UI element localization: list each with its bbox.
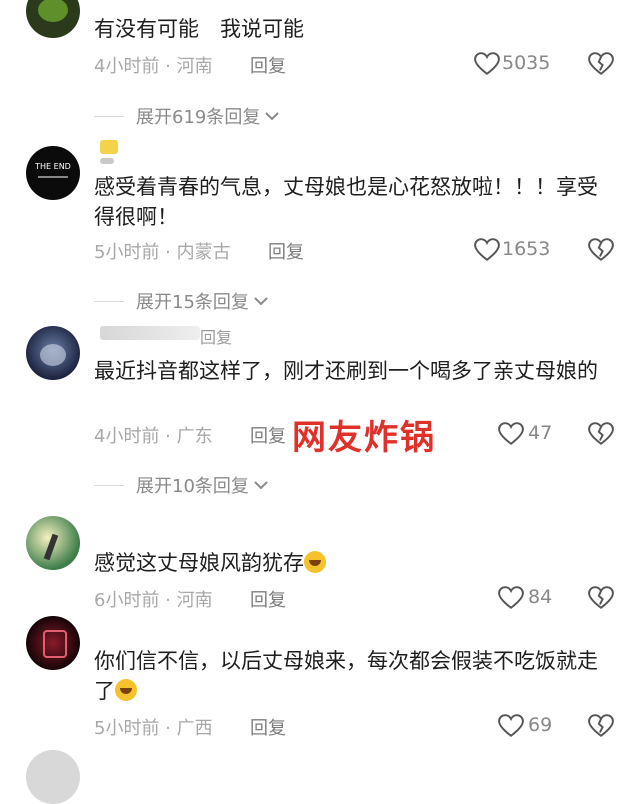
comment-text-content: 感觉这丈母娘风韵犹存 (94, 551, 304, 575)
username-blurred (100, 326, 200, 340)
reply-button[interactable]: 回复 (250, 52, 286, 78)
reply-button[interactable]: 回复 (268, 238, 304, 264)
reply-button[interactable]: 回复 (250, 714, 286, 740)
reply-button[interactable]: 回复 (250, 422, 286, 448)
comment-time-location: 5小时前 · 内蒙古 (94, 242, 231, 263)
broken-heart-icon[interactable] (588, 422, 614, 446)
expand-replies-label: 展开15条回复 (136, 292, 249, 313)
chevron-down-icon (265, 112, 280, 121)
like-count: 1653 (502, 238, 551, 260)
avatar[interactable] (26, 516, 80, 570)
broken-heart-icon[interactable] (588, 586, 614, 610)
avatar-label: THE END (35, 162, 71, 171)
avatar[interactable]: THE END (26, 146, 80, 200)
username-blurred (100, 158, 114, 164)
comment-text-content: 你们信不信，以后丈母娘来，每次都会假装不吃饭就走了 (94, 649, 598, 703)
comment-text: 有没有可能 我说可能 (94, 17, 304, 41)
expand-replies-button[interactable]: 展开10条回复 (94, 470, 269, 500)
avatar[interactable] (26, 616, 80, 670)
avatar[interactable] (26, 0, 80, 38)
divider-line (94, 300, 124, 302)
divider-line (94, 115, 124, 117)
broken-heart-icon[interactable] (588, 714, 614, 738)
heart-outline-icon[interactable] (474, 238, 500, 262)
laughing-tears-emoji-icon (304, 551, 326, 573)
expand-replies-label: 展开10条回复 (136, 476, 249, 497)
heart-outline-icon[interactable] (498, 422, 524, 446)
reply-button[interactable]: 回复 (250, 586, 286, 612)
chevron-down-icon (254, 481, 268, 490)
divider-line (94, 484, 124, 486)
like-count: 69 (528, 714, 553, 736)
avatar[interactable] (26, 750, 80, 804)
broken-heart-icon[interactable] (588, 238, 614, 262)
like-count: 5035 (502, 52, 551, 74)
heart-outline-icon[interactable] (498, 586, 524, 610)
comment-text: 感觉这丈母娘风韵犹存 (94, 548, 616, 578)
like-count: 84 (528, 586, 553, 608)
avatar[interactable] (26, 326, 80, 380)
username-blurred (100, 140, 118, 154)
watermark-label: 网友炸锅 (292, 418, 436, 458)
like-count: 47 (528, 422, 553, 444)
heart-outline-icon[interactable] (498, 714, 524, 738)
comment-text: 感受着青春的气息，丈母娘也是心花怒放啦！！！享受得很啊！ (94, 175, 598, 229)
laughing-tears-emoji-icon (115, 679, 137, 701)
username-fragment: 回复 (200, 328, 233, 347)
comment-time-location: 4小时前 · 河南 (94, 56, 213, 77)
comment-text: 你们信不信，以后丈母娘来，每次都会假装不吃饭就走了 (94, 646, 616, 706)
expand-replies-label: 展开619条回复 (136, 107, 261, 128)
broken-heart-icon[interactable] (588, 52, 614, 76)
comment-time-location: 6小时前 · 河南 (94, 590, 213, 611)
expand-replies-button[interactable]: 展开15条回复 (94, 286, 269, 316)
expand-replies-button[interactable]: 展开619条回复 (94, 101, 280, 131)
comment-time-location: 4小时前 · 广东 (94, 426, 213, 447)
heart-outline-icon[interactable] (474, 52, 500, 76)
comment-text: 最近抖音都这样了，刚才还刷到一个喝多了亲丈母娘的 (94, 359, 598, 383)
comment-time-location: 5小时前 · 广西 (94, 718, 213, 739)
chevron-down-icon (254, 297, 268, 306)
